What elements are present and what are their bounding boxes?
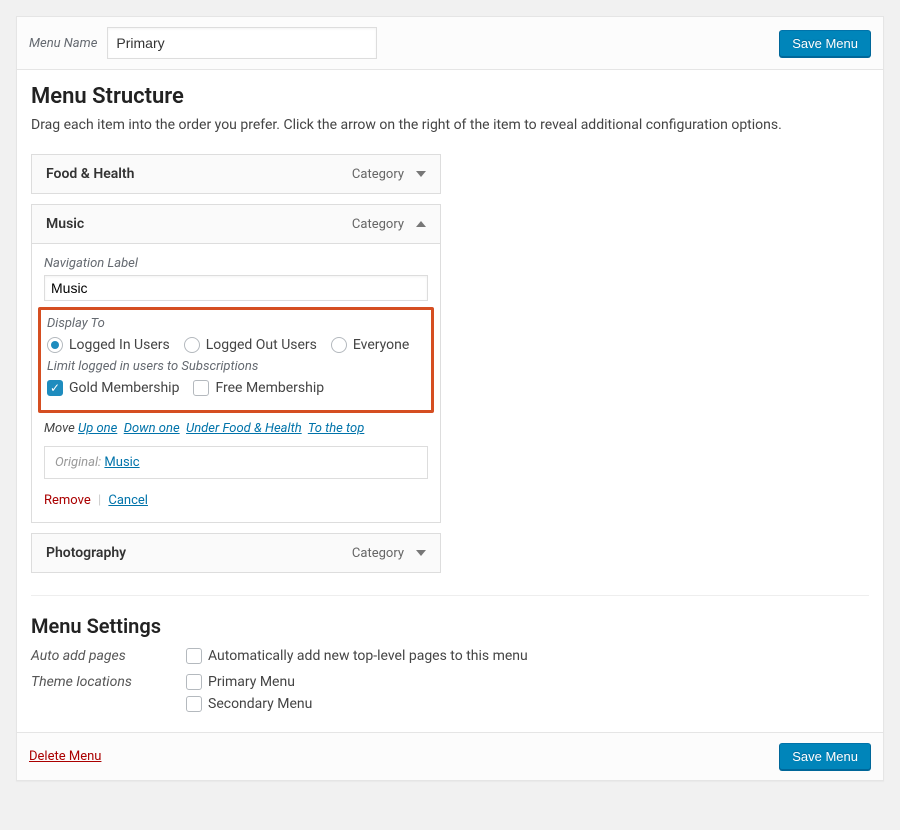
header-bar: Menu Name Save Menu: [17, 17, 883, 70]
move-under-link[interactable]: Under Food & Health: [186, 421, 302, 436]
separator: |: [98, 493, 101, 508]
save-menu-button-bottom[interactable]: Save Menu: [779, 743, 871, 770]
theme-location-primary[interactable]: Primary Menu: [186, 674, 312, 690]
menu-item: Music Category Navigation Label Display …: [31, 204, 441, 523]
chevron-down-icon[interactable]: [416, 550, 426, 556]
visibility-highlight-box: Display To Logged In Users Logged Out Us…: [38, 307, 434, 413]
theme-location-secondary[interactable]: Secondary Menu: [186, 696, 312, 712]
footer-bar: Delete Menu Save Menu: [17, 732, 883, 780]
menu-item-bar[interactable]: Music Category: [32, 205, 440, 243]
chevron-down-icon[interactable]: [416, 171, 426, 177]
item-actions: Remove | Cancel: [44, 493, 428, 508]
menu-item-type: Category: [352, 217, 426, 232]
menu-name-input[interactable]: [107, 27, 377, 59]
move-top-link[interactable]: To the top: [308, 421, 365, 436]
save-menu-button-top[interactable]: Save Menu: [779, 30, 871, 57]
panel-body: Menu Structure Drag each item into the o…: [17, 70, 883, 732]
menu-item-bar[interactable]: Food & Health Category: [32, 155, 440, 193]
menu-item-type: Category: [352, 546, 426, 561]
limit-subscriptions-label: Limit logged in users to Subscriptions: [47, 359, 425, 374]
nav-label-label: Navigation Label: [44, 256, 428, 271]
menu-editor-panel: Menu Name Save Menu Menu Structure Drag …: [16, 16, 884, 781]
original-link[interactable]: Music: [104, 455, 139, 470]
checkbox-icon: [193, 380, 209, 396]
original-label: Original:: [55, 455, 101, 470]
radio-icon: [47, 337, 63, 353]
menu-item-type-label: Category: [352, 217, 404, 232]
checkbox-label: Automatically add new top-level pages to…: [208, 648, 528, 664]
move-down-link[interactable]: Down one: [124, 421, 180, 436]
checkbox-icon: [47, 380, 63, 396]
display-to-label: Display To: [47, 316, 425, 331]
divider: [31, 595, 869, 596]
radio-label: Everyone: [353, 337, 409, 353]
structure-heading: Menu Structure: [31, 84, 869, 109]
menu-item-type-label: Category: [352, 546, 404, 561]
menu-item-settings: Navigation Label Display To Logged In Us…: [32, 243, 440, 522]
menu-item: Photography Category: [31, 533, 441, 573]
radio-logged-in[interactable]: Logged In Users: [47, 337, 170, 353]
delete-menu-link[interactable]: Delete Menu: [29, 749, 101, 764]
checkbox-free[interactable]: Free Membership: [193, 380, 324, 396]
move-up-link[interactable]: Up one: [78, 421, 117, 436]
menu-item-type: Category: [352, 167, 426, 182]
radio-label: Logged Out Users: [206, 337, 317, 353]
structure-description: Drag each item into the order you prefer…: [31, 115, 869, 136]
radio-label: Logged In Users: [69, 337, 170, 353]
checkbox-label: Free Membership: [215, 380, 324, 396]
radio-everyone[interactable]: Everyone: [331, 337, 409, 353]
auto-add-checkbox[interactable]: Automatically add new top-level pages to…: [186, 648, 528, 664]
radio-icon: [331, 337, 347, 353]
menu-name-field: Menu Name: [29, 27, 377, 59]
radio-icon: [184, 337, 200, 353]
menu-item-title: Music: [46, 216, 84, 232]
menu-item-bar[interactable]: Photography Category: [32, 534, 440, 572]
nav-label-input[interactable]: [44, 275, 428, 301]
auto-add-row: Auto add pages Automatically add new top…: [31, 648, 869, 664]
move-label: Move: [44, 421, 75, 436]
subscription-options: Gold Membership Free Membership: [47, 380, 425, 396]
menu-item: Food & Health Category: [31, 154, 441, 194]
menu-item-type-label: Category: [352, 167, 404, 182]
checkbox-label: Gold Membership: [69, 380, 179, 396]
menu-item-title: Photography: [46, 545, 126, 561]
checkbox-icon: [186, 648, 202, 664]
chevron-up-icon[interactable]: [416, 221, 426, 227]
checkbox-gold[interactable]: Gold Membership: [47, 380, 179, 396]
menu-name-label: Menu Name: [29, 36, 97, 51]
checkbox-icon: [186, 674, 202, 690]
checkbox-icon: [186, 696, 202, 712]
move-row: Move Up one Down one Under Food & Health…: [44, 421, 428, 436]
checkbox-label: Primary Menu: [208, 674, 295, 690]
theme-locations-row: Theme locations Primary Menu Secondary M…: [31, 674, 869, 712]
auto-add-label: Auto add pages: [31, 648, 186, 664]
original-box: Original: Music: [44, 446, 428, 479]
cancel-link[interactable]: Cancel: [108, 493, 148, 508]
menu-item-title: Food & Health: [46, 166, 134, 182]
checkbox-label: Secondary Menu: [208, 696, 312, 712]
display-to-options: Logged In Users Logged Out Users Everyon…: [47, 337, 425, 353]
theme-locations-label: Theme locations: [31, 674, 186, 712]
radio-logged-out[interactable]: Logged Out Users: [184, 337, 317, 353]
remove-link[interactable]: Remove: [44, 493, 91, 508]
menu-settings-heading: Menu Settings: [31, 614, 869, 638]
